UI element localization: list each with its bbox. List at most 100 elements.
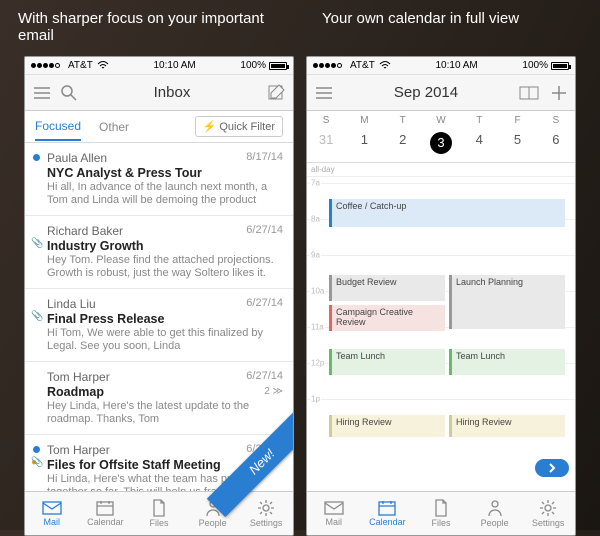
- mail-item[interactable]: Tom Harper6/27/14RoadmapHey Linda, Here'…: [25, 362, 293, 435]
- tabbar-label: Calendar: [369, 517, 406, 527]
- weekday-label: S: [537, 115, 575, 126]
- add-event-icon[interactable]: [551, 85, 567, 101]
- hour-label: 8a: [310, 215, 321, 224]
- calendar-event[interactable]: Budget Review: [329, 275, 445, 301]
- unread-dot-icon: [33, 154, 40, 161]
- battery-pct-label: 100%: [240, 60, 266, 71]
- clock-label: 10:10 AM: [109, 60, 241, 71]
- weekday-label: T: [460, 115, 498, 126]
- mail-item[interactable]: 📎Linda Liu6/27/14Final Press ReleaseHi T…: [25, 289, 293, 362]
- signal-dots-icon: [31, 63, 60, 68]
- weekday-header: SMTWTFS: [307, 111, 575, 128]
- tab-other[interactable]: Other: [99, 114, 129, 140]
- mail-subject: Industry Growth: [47, 239, 283, 253]
- tabbar-settings[interactable]: Settings: [239, 492, 293, 535]
- calendar-event[interactable]: Team Lunch: [449, 349, 565, 375]
- date-cell[interactable]: 6: [537, 132, 575, 154]
- mail-list[interactable]: Paula Allen8/17/14NYC Analyst & Press To…: [25, 143, 293, 491]
- settings-icon: [539, 499, 557, 517]
- battery-icon: [551, 62, 569, 70]
- mail-navbar: Inbox: [25, 75, 293, 111]
- mail-item[interactable]: Paula Allen8/17/14NYC Analyst & Press To…: [25, 143, 293, 216]
- calendar-icon: [378, 500, 396, 516]
- date-cell[interactable]: 3: [422, 132, 460, 154]
- calendar-event[interactable]: Hiring Review: [449, 415, 565, 437]
- tabbar-calendar[interactable]: Calendar: [79, 492, 133, 535]
- calendar-event[interactable]: Team Lunch: [329, 349, 445, 375]
- battery-icon: [269, 62, 287, 70]
- quick-filter-button[interactable]: ⚡ Quick Filter: [195, 116, 283, 137]
- phone-calendar: AT&T 10:10 AM 100% Sep 2014 SMTWTFS 3112…: [306, 56, 576, 536]
- date-cell[interactable]: 31: [307, 132, 345, 154]
- mail-date: 6/27/14: [246, 224, 283, 236]
- tabbar-label: Files: [431, 518, 450, 528]
- mail-preview: Hey Linda, Here's the latest update to t…: [47, 400, 283, 426]
- mail-preview: Hi Tom, We were able to get this finaliz…: [47, 327, 283, 353]
- next-day-button[interactable]: [535, 459, 569, 477]
- caption-left: With sharper focus on your important ema…: [18, 10, 300, 44]
- date-cell[interactable]: 4: [460, 132, 498, 154]
- date-cell[interactable]: 5: [498, 132, 536, 154]
- attachment-icon: 📎: [31, 238, 43, 249]
- tabbar-label: Mail: [326, 517, 343, 527]
- date-row: 31123456: [307, 128, 575, 163]
- tabbar-settings[interactable]: Settings: [521, 492, 575, 535]
- weekday-label: S: [307, 115, 345, 126]
- mail-subject: NYC Analyst & Press Tour: [47, 166, 283, 180]
- hour-label: 1p: [310, 395, 321, 404]
- tabbar-calendar[interactable]: Calendar: [361, 492, 415, 535]
- tab-focused[interactable]: Focused: [35, 113, 81, 141]
- date-cell[interactable]: 2: [384, 132, 422, 154]
- hour-label: 9a: [310, 251, 321, 260]
- mail-date: 6/27/14: [246, 370, 283, 382]
- status-bar: AT&T 10:10 AM 100%: [307, 57, 575, 75]
- menu-icon[interactable]: [315, 86, 333, 100]
- files-icon: [434, 499, 448, 517]
- tabbar-label: Files: [149, 518, 168, 528]
- hour-label: 12p: [310, 359, 325, 368]
- signal-dots-icon: [313, 63, 342, 68]
- tabbar-label: Calendar: [87, 517, 124, 527]
- mail-icon: [42, 500, 62, 516]
- mail-date: 6/27/14: [246, 297, 283, 309]
- day-grid[interactable]: 7a 8a 9a 10a 11a 12p 1p Coffee / Catch-up Budget…: [307, 177, 575, 491]
- caption-right: Your own calendar in full view: [300, 10, 582, 44]
- tabbar-files[interactable]: Files: [132, 492, 186, 535]
- calendar-navbar: Sep 2014: [307, 75, 575, 111]
- wifi-icon: [97, 61, 109, 70]
- tabbar-label: People: [481, 518, 509, 528]
- hour-label: 7a: [310, 179, 321, 188]
- wifi-icon: [379, 61, 391, 70]
- people-icon: [487, 499, 503, 517]
- tabbar-mail[interactable]: Mail: [307, 492, 361, 535]
- calendar-event[interactable]: Campaign Creative Review: [329, 305, 445, 331]
- carrier-label: AT&T: [350, 60, 375, 71]
- tabbar-people[interactable]: People: [468, 492, 522, 535]
- tab-bar: MailCalendarFilesPeopleSettings: [25, 491, 293, 535]
- hour-line: [307, 399, 575, 400]
- tabbar-files[interactable]: Files: [414, 492, 468, 535]
- calendar-event[interactable]: Coffee / Catch-up: [329, 199, 565, 227]
- mail-title: Inbox: [87, 84, 257, 101]
- compose-icon[interactable]: [267, 84, 285, 102]
- calendar-event[interactable]: Hiring Review: [329, 415, 445, 437]
- weekday-label: T: [384, 115, 422, 126]
- battery-pct-label: 100%: [522, 60, 548, 71]
- calendar-icon: [96, 500, 114, 516]
- mail-subject: Final Press Release: [47, 312, 283, 326]
- tabbar-mail[interactable]: Mail: [25, 492, 79, 535]
- hour-label: 11a: [310, 323, 325, 332]
- menu-icon[interactable]: [33, 86, 51, 100]
- hour-label: 10a: [310, 287, 325, 296]
- mail-item[interactable]: 📎Richard Baker6/27/14Industry GrowthHey …: [25, 216, 293, 289]
- tabbar-label: Settings: [532, 518, 565, 528]
- mail-preview: Hey Tom. Please find the attached projec…: [47, 254, 283, 280]
- search-icon[interactable]: [61, 85, 77, 101]
- tabbar-label: Settings: [250, 518, 283, 528]
- files-icon: [152, 499, 166, 517]
- date-cell[interactable]: 1: [345, 132, 383, 154]
- view-toggle-icon[interactable]: [519, 86, 539, 100]
- hour-line: [307, 255, 575, 256]
- hour-line: [307, 183, 575, 184]
- calendar-event[interactable]: Launch Planning: [449, 275, 565, 329]
